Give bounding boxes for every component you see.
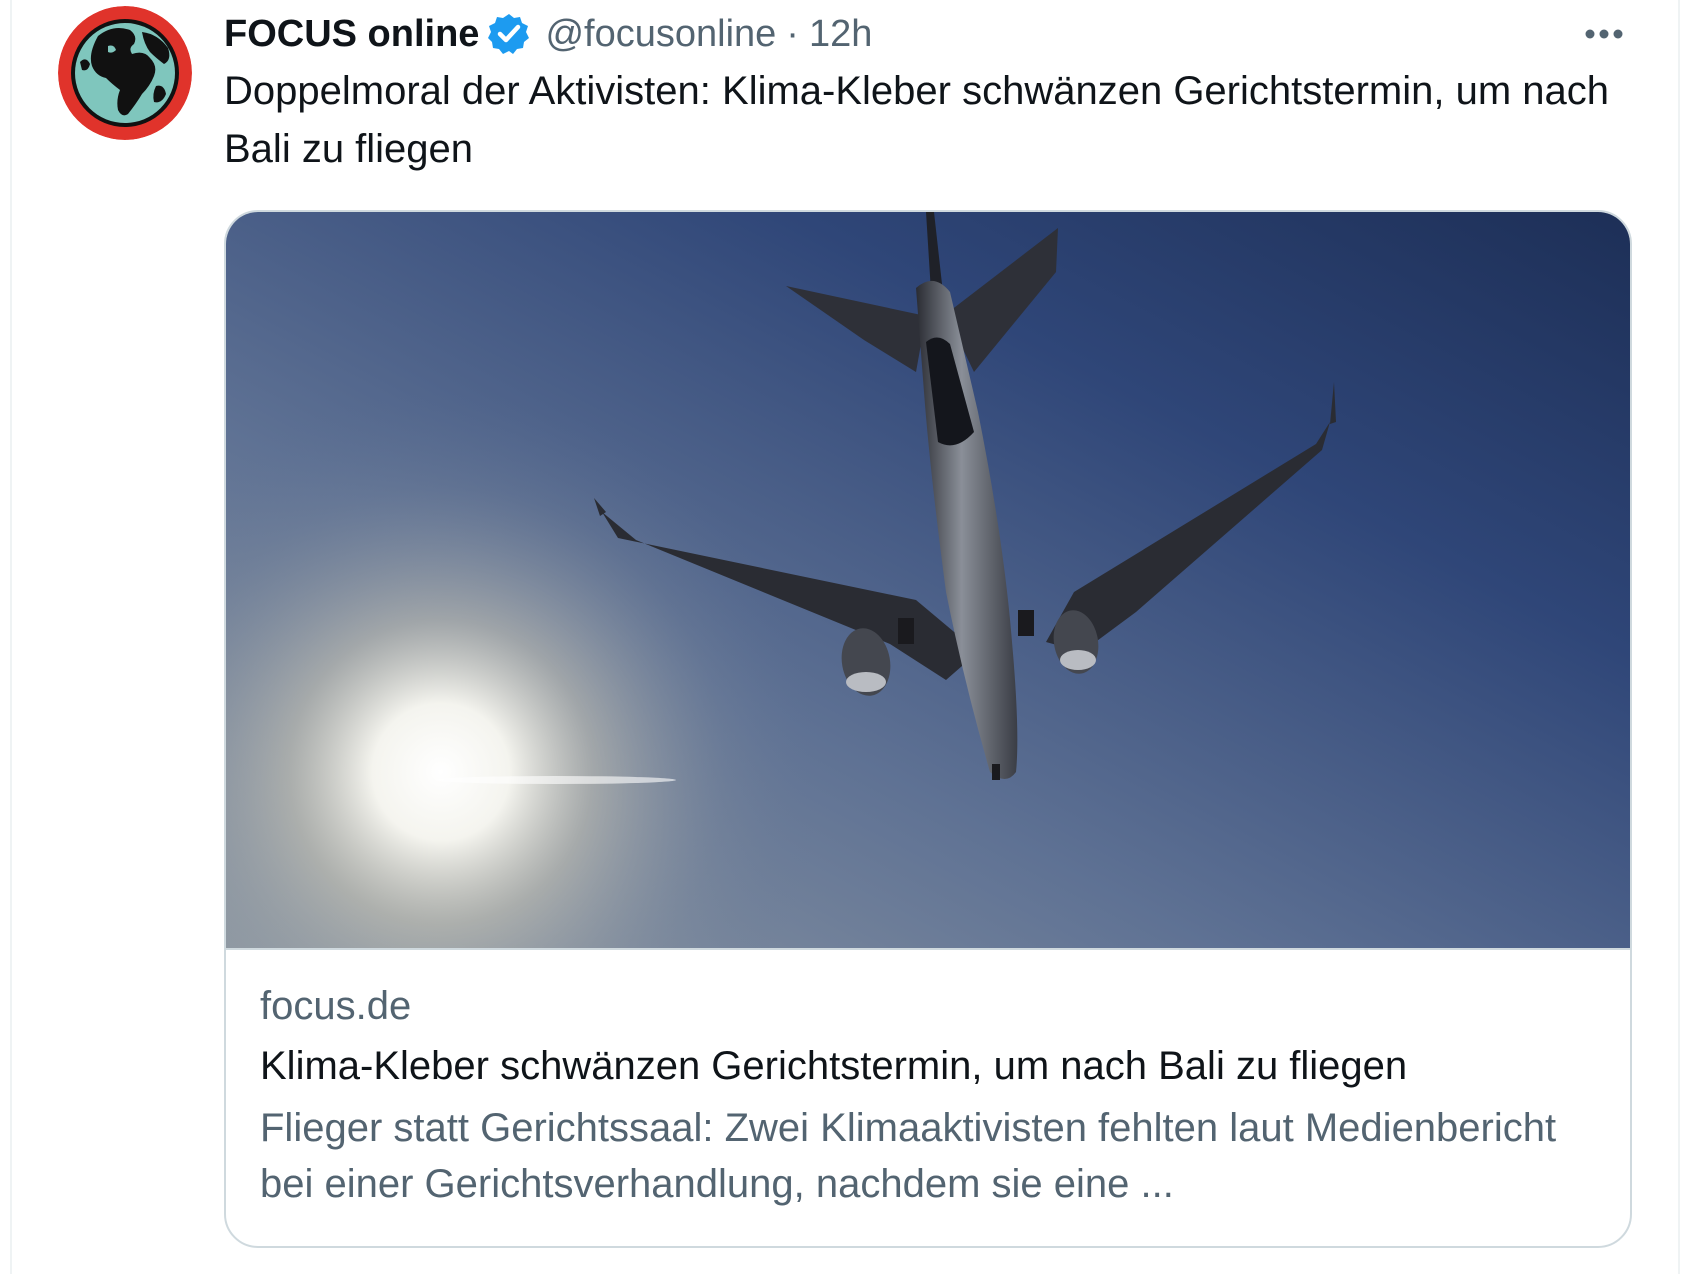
tweet-timestamp[interactable]: 12h	[809, 13, 872, 56]
tweet-text: Doppelmoral der Aktivisten: Klima-Kleber…	[224, 69, 1610, 171]
card-domain: focus.de	[260, 984, 412, 1028]
verified-badge-icon	[487, 12, 531, 56]
timeline-right-border	[1678, 0, 1680, 1274]
timeline-left-border	[10, 0, 12, 1274]
tweet-header: FOCUS online @focusonline · 12h	[224, 8, 872, 60]
author-avatar[interactable]	[58, 6, 192, 140]
author-handle[interactable]: @focusonline	[545, 13, 776, 56]
card-title[interactable]: Klima-Kleber schwänzen Gerichtstermin, u…	[260, 1044, 1600, 1089]
more-options-icon[interactable]	[1578, 14, 1630, 54]
card-divider	[226, 948, 1630, 950]
author-display-name[interactable]: FOCUS online	[224, 13, 479, 56]
header-separator: ·	[786, 12, 799, 55]
link-preview-card[interactable]: focus.de Klima-Kleber schwänzen Gerichts…	[224, 210, 1632, 1248]
card-description: Flieger statt Gerichtssaal: Zwei Klimaak…	[260, 1106, 1557, 1206]
card-image[interactable]	[226, 212, 1630, 948]
globe-logo-icon	[58, 6, 192, 140]
airplane-photo	[226, 212, 1630, 948]
